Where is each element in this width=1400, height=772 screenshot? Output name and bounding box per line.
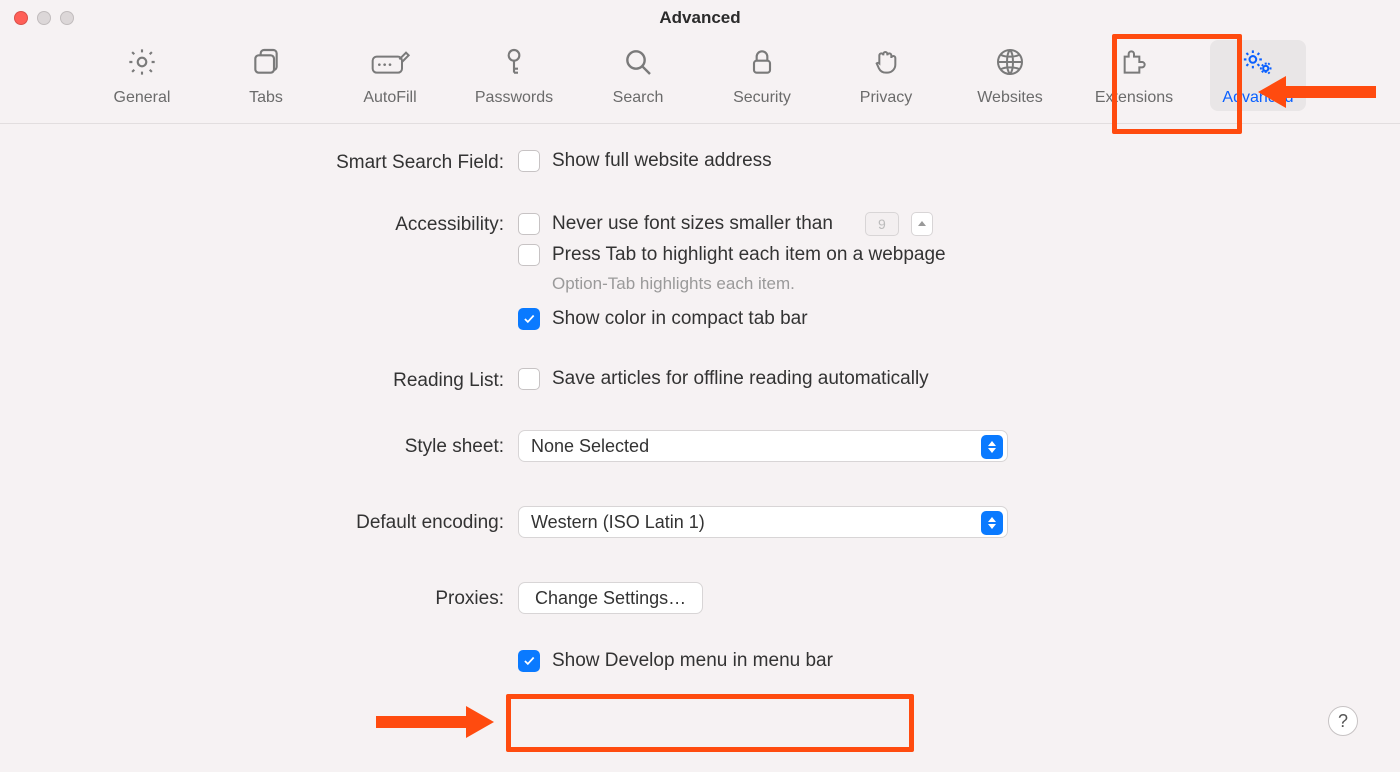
tab-label: Security xyxy=(733,89,791,107)
show-full-address-label: Show full website address xyxy=(552,150,772,172)
show-full-address-checkbox[interactable] xyxy=(518,150,540,172)
autofill-pencil-icon xyxy=(370,46,410,83)
default-encoding-label: Default encoding: xyxy=(0,506,518,534)
default-encoding-value: Western (ISO Latin 1) xyxy=(531,512,705,533)
proxies-label: Proxies: xyxy=(0,582,518,610)
tab-label: Passwords xyxy=(475,89,553,107)
save-offline-checkbox[interactable] xyxy=(518,368,540,390)
annotation-arrow-develop xyxy=(374,702,494,747)
show-color-checkbox[interactable] xyxy=(518,308,540,330)
magnifier-icon xyxy=(622,46,654,83)
gear-icon xyxy=(126,46,158,83)
tab-label: Tabs xyxy=(249,89,283,107)
tab-advanced[interactable]: Advanced xyxy=(1210,40,1306,111)
tab-security[interactable]: Security xyxy=(714,40,810,111)
press-tab-checkbox[interactable] xyxy=(518,244,540,266)
puzzle-icon xyxy=(1118,46,1150,83)
preferences-toolbar: General Tabs AutoFill Passwords Search xyxy=(0,36,1400,124)
style-sheet-select[interactable]: None Selected xyxy=(518,430,1008,462)
tab-websites[interactable]: Websites xyxy=(962,40,1058,111)
change-settings-button[interactable]: Change Settings… xyxy=(518,582,703,614)
select-chevrons-icon xyxy=(981,511,1003,535)
advanced-pane: Smart Search Field: Show full website ad… xyxy=(0,124,1400,676)
key-icon xyxy=(498,46,530,83)
default-encoding-select[interactable]: Western (ISO Latin 1) xyxy=(518,506,1008,538)
tab-search[interactable]: Search xyxy=(590,40,686,111)
tab-tabs[interactable]: Tabs xyxy=(218,40,314,111)
tab-label: General xyxy=(114,89,171,107)
tabs-icon xyxy=(250,46,282,83)
tab-label: Privacy xyxy=(860,89,912,107)
globe-icon xyxy=(994,46,1026,83)
hand-icon xyxy=(870,46,902,83)
smart-search-label: Smart Search Field: xyxy=(0,150,518,174)
tab-label: Extensions xyxy=(1095,89,1173,107)
tab-general[interactable]: General xyxy=(94,40,190,111)
save-offline-label: Save articles for offline reading automa… xyxy=(552,368,929,390)
option-tab-hint: Option-Tab highlights each item. xyxy=(552,274,946,294)
annotation-highlight-develop xyxy=(506,694,914,752)
show-develop-menu-checkbox[interactable] xyxy=(518,650,540,672)
preferences-window: Advanced General Tabs AutoFill Pass xyxy=(0,0,1400,772)
titlebar: Advanced xyxy=(0,0,1400,36)
never-font-smaller-label: Never use font sizes smaller than xyxy=(552,213,833,235)
press-tab-label: Press Tab to highlight each item on a we… xyxy=(552,244,946,266)
style-sheet-label: Style sheet: xyxy=(0,430,518,458)
style-sheet-value: None Selected xyxy=(531,436,649,457)
tab-extensions[interactable]: Extensions xyxy=(1086,40,1182,111)
tab-label: Websites xyxy=(977,89,1043,107)
min-font-size-field[interactable]: 9 xyxy=(865,212,899,236)
min-font-size-stepper[interactable] xyxy=(911,212,933,236)
tab-label: Advanced xyxy=(1222,89,1293,107)
show-develop-menu-label: Show Develop menu in menu bar xyxy=(552,650,833,672)
accessibility-label: Accessibility: xyxy=(0,212,518,236)
never-font-smaller-checkbox[interactable] xyxy=(518,213,540,235)
select-chevrons-icon xyxy=(981,435,1003,459)
tab-passwords[interactable]: Passwords xyxy=(466,40,562,111)
tab-label: AutoFill xyxy=(363,89,416,107)
lock-icon xyxy=(746,46,778,83)
help-button[interactable]: ? xyxy=(1328,706,1358,736)
tab-privacy[interactable]: Privacy xyxy=(838,40,934,111)
tab-label: Search xyxy=(613,89,664,107)
reading-list-label: Reading List: xyxy=(0,368,518,392)
tab-autofill[interactable]: AutoFill xyxy=(342,40,438,111)
help-icon: ? xyxy=(1338,711,1348,732)
change-settings-label: Change Settings… xyxy=(535,588,686,609)
window-title: Advanced xyxy=(0,8,1400,28)
show-color-label: Show color in compact tab bar xyxy=(552,308,808,330)
gears-icon xyxy=(1240,46,1276,83)
